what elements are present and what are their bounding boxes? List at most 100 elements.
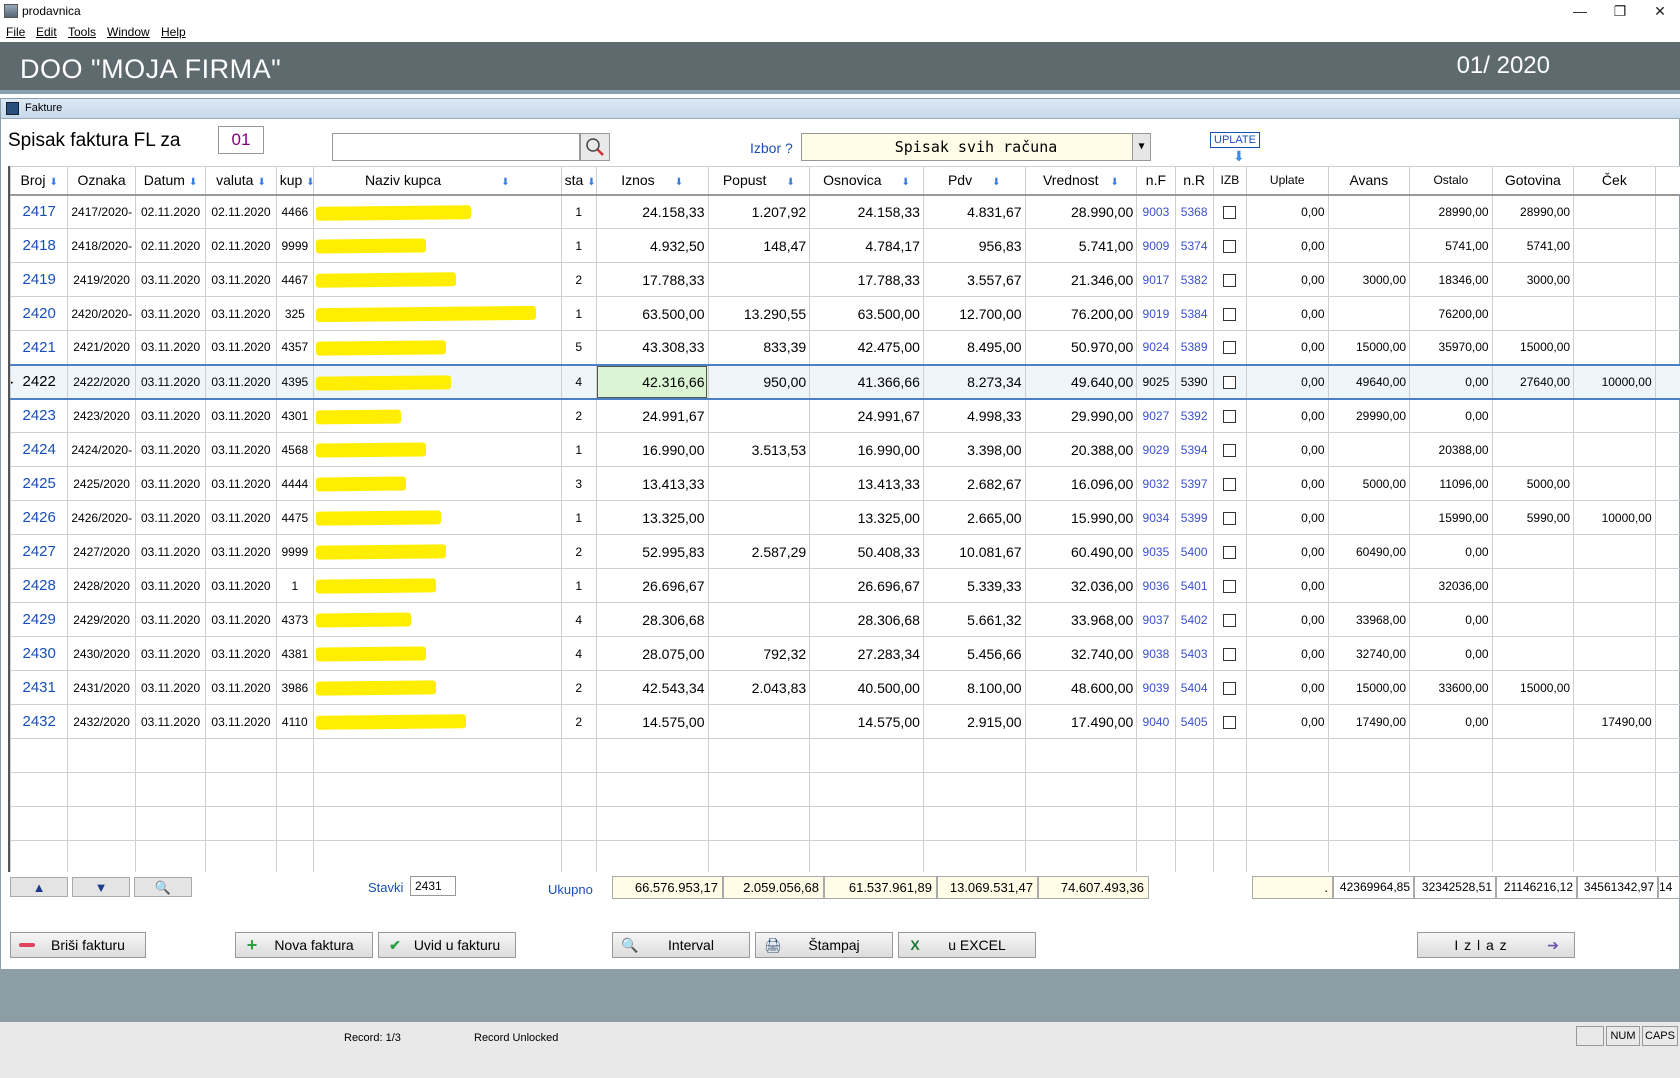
- table-row[interactable]: 2421 2421/2020 03.11.2020 03.11.2020 4357 5 43…: [10, 330, 1680, 365]
- cell-kup[interactable]: 4395: [275, 363, 314, 400]
- select-checkbox[interactable]: [1223, 409, 1237, 423]
- cell-ostalo[interactable]: 0,00: [1409, 534, 1493, 569]
- cell-extra[interactable]: [1654, 432, 1680, 467]
- cell-valuta[interactable]: 03.11.2020: [205, 704, 277, 739]
- cell-izb[interactable]: [1212, 466, 1247, 501]
- col-popust[interactable]: Popust ⬇: [707, 166, 811, 196]
- cell-extra[interactable]: [1654, 228, 1680, 263]
- cell-ostalo[interactable]: 35970,00: [1409, 330, 1493, 365]
- col-datum[interactable]: Datum ⬇: [134, 166, 207, 196]
- cell-iznos[interactable]: 14.575,00: [595, 704, 709, 739]
- cell-naziv[interactable]: [312, 636, 562, 671]
- cell-popust[interactable]: [707, 704, 811, 739]
- cell-uplate[interactable]: 0,00: [1245, 194, 1329, 229]
- table-row[interactable]: 24172417/2020-02.11.202002.11.20204466AL…: [10, 194, 1680, 229]
- cell-pdv[interactable]: 3.557,67: [922, 262, 1026, 297]
- cell-uplate[interactable]: 0,00: [1245, 330, 1329, 365]
- cell-popust[interactable]: [707, 262, 811, 297]
- cell-kup[interactable]: 9999: [275, 228, 314, 263]
- cell-broj[interactable]: 2420: [10, 296, 69, 331]
- cell-sta[interactable]: 2: [560, 704, 597, 739]
- cell-avans[interactable]: [1327, 500, 1411, 535]
- cell-ostalo[interactable]: 28990,00: [1409, 194, 1493, 229]
- col-uplate[interactable]: Uplate: [1245, 166, 1329, 196]
- cell-sta[interactable]: 2: [560, 670, 597, 705]
- cell-osnovica[interactable]: 42.475,00: [809, 330, 924, 365]
- cell-datum[interactable]: 03.11.2020: [134, 363, 207, 400]
- cell-broj[interactable]: 2422▸: [10, 363, 69, 400]
- cell-nf[interactable]: 9040: [1136, 704, 1176, 739]
- col-nf[interactable]: n.F: [1136, 166, 1176, 196]
- cell-osnovica[interactable]: 17.788,33: [809, 262, 924, 297]
- cell-extra[interactable]: [1654, 296, 1680, 331]
- minimize-button[interactable]: —: [1560, 2, 1600, 20]
- cell-avans[interactable]: 15000,00: [1327, 670, 1411, 705]
- cell-sta[interactable]: 2: [560, 262, 597, 297]
- cell-valuta[interactable]: 03.11.2020: [205, 670, 277, 705]
- cell-nf[interactable]: 9024: [1136, 330, 1176, 365]
- cell-osnovica[interactable]: 24.991,67: [809, 398, 924, 433]
- cell-broj[interactable]: 2418: [10, 228, 69, 263]
- cell-datum[interactable]: 02.11.2020: [134, 194, 207, 229]
- select-checkbox[interactable]: [1223, 613, 1237, 627]
- cell-valuta[interactable]: 03.11.2020: [205, 432, 277, 467]
- cell-nr[interactable]: 5399: [1174, 500, 1214, 535]
- cell-nf[interactable]: 9009: [1136, 228, 1176, 263]
- cell-ostalo[interactable]: 76200,00: [1409, 296, 1493, 331]
- cell-extra[interactable]: [1654, 568, 1680, 603]
- cell-datum[interactable]: 03.11.2020: [134, 398, 207, 433]
- cell-iznos[interactable]: 17.788,33: [595, 262, 709, 297]
- cell-sta[interactable]: 5: [560, 330, 597, 365]
- cell-broj[interactable]: 2423: [10, 398, 69, 433]
- cell-avans[interactable]: [1327, 296, 1411, 331]
- cell-cek[interactable]: 10000,00: [1573, 500, 1656, 535]
- cell-kup[interactable]: 4475: [275, 500, 314, 535]
- cell-uplate[interactable]: 0,00: [1245, 670, 1329, 705]
- cell-sta[interactable]: 1: [560, 500, 597, 535]
- cell-cek[interactable]: [1573, 194, 1656, 229]
- cell-pdv[interactable]: 956,83: [922, 228, 1026, 263]
- cell-vrednost[interactable]: 17.490,00: [1024, 704, 1138, 739]
- cell-datum[interactable]: 03.11.2020: [134, 568, 207, 603]
- cell-broj[interactable]: 2430: [10, 636, 69, 671]
- cell-oznaka[interactable]: 2432/2020: [67, 704, 136, 739]
- cell-oznaka[interactable]: 2424/2020-: [67, 432, 136, 467]
- restore-button[interactable]: ❐: [1600, 2, 1640, 20]
- cell-pdv[interactable]: 8.273,34: [922, 363, 1026, 400]
- cell-kup[interactable]: 9999: [275, 534, 314, 569]
- cell-naziv[interactable]: [312, 296, 562, 331]
- cell-sta[interactable]: 1: [560, 228, 597, 263]
- table-row[interactable]: 2431 2431/2020 03.11.2020 03.11.2020 3986 2 42…: [10, 670, 1680, 705]
- table-row[interactable]: 2425 2425/2020 03.11.2020 03.11.2020 4444 3 13…: [10, 466, 1680, 501]
- cell-nr[interactable]: 5400: [1174, 534, 1214, 569]
- cell-popust[interactable]: [707, 602, 811, 637]
- cell-ostalo[interactable]: 0,00: [1409, 636, 1493, 671]
- col-broj[interactable]: Broj ⬇: [10, 166, 69, 196]
- cell-extra[interactable]: [1654, 636, 1680, 671]
- cell-extra[interactable]: [1654, 194, 1680, 229]
- select-checkbox[interactable]: [1223, 545, 1237, 559]
- cell-valuta[interactable]: 03.11.2020: [205, 296, 277, 331]
- cell-sta[interactable]: 3: [560, 466, 597, 501]
- cell-izb[interactable]: [1212, 262, 1247, 297]
- cell-valuta[interactable]: 03.11.2020: [205, 398, 277, 433]
- cell-datum[interactable]: 03.11.2020: [134, 670, 207, 705]
- cell-kup[interactable]: 4467: [275, 262, 314, 297]
- cell-valuta[interactable]: 02.11.2020: [205, 194, 277, 229]
- cell-izb[interactable]: [1212, 670, 1247, 705]
- cell-gotovina[interactable]: 5741,00: [1491, 228, 1575, 263]
- cell-kup[interactable]: 4373: [275, 602, 314, 637]
- cell-ostalo[interactable]: 33600,00: [1409, 670, 1493, 705]
- cell-extra[interactable]: [1654, 363, 1680, 400]
- cell-vrednost[interactable]: 32.036,00: [1024, 568, 1138, 603]
- cell-avans[interactable]: 60490,00: [1327, 534, 1411, 569]
- cell-gotovina[interactable]: [1491, 636, 1575, 671]
- cell-izb[interactable]: [1212, 534, 1247, 569]
- find-record-button[interactable]: 🔍: [134, 877, 192, 897]
- cell-sta[interactable]: 1: [560, 568, 597, 603]
- cell-oznaka[interactable]: 2431/2020: [67, 670, 136, 705]
- cell-gotovina[interactable]: [1491, 704, 1575, 739]
- cell-nr[interactable]: 5403: [1174, 636, 1214, 671]
- cell-sta[interactable]: 4: [560, 363, 597, 400]
- cell-uplate[interactable]: 0,00: [1245, 398, 1329, 433]
